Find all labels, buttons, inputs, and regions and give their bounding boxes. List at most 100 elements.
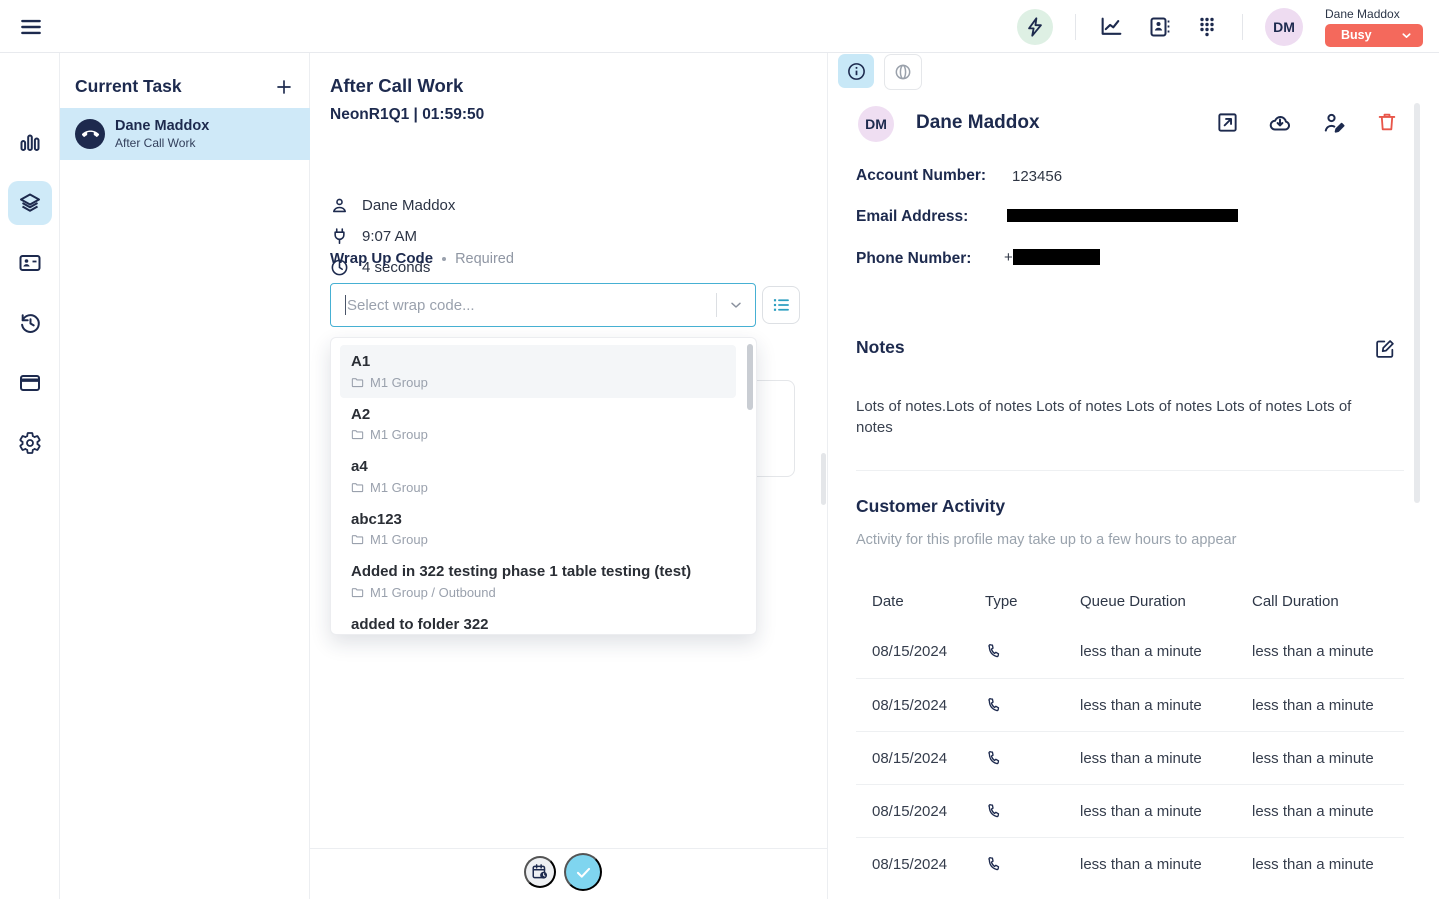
add-task-button[interactable] [275,78,293,96]
cloud-download-icon [1268,111,1292,135]
option-group: M1 Group [370,480,428,495]
phone-prefix: + [1004,249,1013,266]
chevron-down-icon [1400,29,1413,42]
header-queue-duration: Queue Duration [1080,593,1252,625]
cell-queue-duration: less than a minute [1080,750,1252,767]
current-task-panel: Current Task Dane Maddox After Call Work [60,53,310,899]
history-clock-icon [18,311,42,335]
sidebar-item-contacts[interactable] [18,251,42,275]
table-row[interactable]: 08/15/2024 less than a minute less than … [856,625,1404,678]
hamburger-menu-icon[interactable] [18,14,44,40]
task-list-item[interactable]: Dane Maddox After Call Work [60,108,310,160]
select-chevron-down-icon[interactable] [717,297,755,313]
schedule-button[interactable] [524,856,556,888]
option-label: abc123 [351,510,726,530]
brain-icon [893,62,913,82]
table-row[interactable]: 08/15/2024 less than a minute less than … [856,837,1404,890]
plug-icon [330,227,349,246]
status-label: Busy [1341,28,1372,42]
option-group: M1 Group [370,375,428,390]
user-avatar[interactable]: DM [1265,8,1303,46]
wrap-code-option[interactable]: added to folder 322 M1 Group / Outbound [340,608,736,636]
wrap-code-dropdown: A1 M1 Group A2 M1 Group a4 M1 Group abc1… [330,337,757,635]
option-label: A1 [351,352,726,372]
pencil-square-icon [1374,338,1396,360]
cell-call-duration: less than a minute [1252,856,1404,873]
folder-icon [351,586,364,599]
sidebar-item-history[interactable] [18,311,42,335]
email-label: Email Address: [856,208,968,226]
wrap-code-option[interactable]: a4 M1 Group [340,450,736,503]
redacted-email-value [1007,209,1238,222]
top-bar: DM Dane Maddox Busy [0,0,1439,53]
cell-call-duration: less than a minute [1252,697,1404,714]
cell-call-duration: less than a minute [1252,643,1404,660]
browser-window-icon [18,371,42,395]
contacts-book-icon[interactable] [1146,14,1172,40]
folder-icon [351,533,364,546]
cell-call-duration: less than a minute [1252,803,1404,820]
right-panel-scrollbar[interactable] [1414,103,1420,503]
cell-date: 08/15/2024 [872,643,985,660]
dot-separator [442,257,446,261]
table-row[interactable]: 08/15/2024 less than a minute less than … [856,731,1404,784]
calendar-clock-icon [531,863,549,881]
dialpad-icon[interactable] [1194,14,1220,40]
download-profile-button[interactable] [1268,111,1291,134]
open-external-button[interactable] [1216,111,1239,134]
phone-icon [985,856,1080,873]
status-dropdown[interactable]: Busy [1325,24,1423,47]
folder-icon [351,428,364,441]
browse-wrap-codes-button[interactable] [762,286,800,324]
plus-icon [275,78,293,96]
acw-start-time-row: 9:07 AM [330,227,417,246]
bar-chart-icon [18,131,42,155]
required-label: Required [455,251,514,267]
cell-queue-duration: less than a minute [1080,697,1252,714]
wrap-up-code-label: Wrap Up Code [330,250,433,267]
external-link-icon [1216,111,1239,134]
analytics-chart-icon[interactable] [1098,14,1124,40]
layers-icon [18,191,42,215]
option-label: Added in 322 testing phase 1 table testi… [351,562,726,582]
footer-divider [310,848,828,849]
activity-hint: Activity for this profile may take up to… [856,532,1236,548]
wrap-code-option[interactable]: abc123 M1 Group [340,503,736,556]
wrap-code-option[interactable]: A1 M1 Group [340,345,736,398]
current-task-title: Current Task [75,76,182,97]
gear-icon [18,431,42,455]
app-window: DM Dane Maddox Busy [0,0,1439,899]
sidebar-item-tasks[interactable] [18,191,42,215]
edit-notes-button[interactable] [1374,338,1396,360]
wrap-code-option[interactable]: A2 M1 Group [340,398,736,451]
notes-text: Lots of notes.Lots of notes Lots of note… [856,396,1386,438]
topbar-divider [1075,14,1076,40]
folder-icon [351,376,364,389]
table-row[interactable]: 08/15/2024 less than a minute less than … [856,678,1404,731]
header-date: Date [872,593,985,625]
complete-task-button[interactable] [564,853,602,891]
contact-profile-panel: DM Dane Maddox Account Number: 123456 Em… [828,53,1439,899]
sidebar-item-analytics[interactable] [18,131,42,155]
main-panel-scrollbar[interactable] [821,453,826,505]
dropdown-scrollbar[interactable] [747,344,753,410]
acw-queue-timer: NeonR1Q1 | 01:59:50 [330,106,484,124]
delete-contact-button[interactable] [1376,111,1399,134]
account-number-value: 123456 [1012,168,1062,185]
tab-profile-info[interactable] [838,54,874,88]
tab-ai-insights[interactable] [884,54,922,90]
wrap-code-option[interactable]: Added in 322 testing phase 1 table testi… [340,555,736,608]
table-row[interactable]: 08/15/2024 less than a minute less than … [856,784,1404,837]
sidebar-item-settings[interactable] [18,431,42,455]
phone-label: Phone Number: [856,250,971,268]
phone-icon [985,750,1080,767]
edit-contact-button[interactable] [1322,111,1345,134]
sidebar-item-browser[interactable] [18,371,42,395]
acw-start-time: 9:07 AM [362,228,417,245]
phone-icon [985,643,1080,660]
option-label: added to folder 322 [351,615,726,635]
acw-title: After Call Work [330,75,463,97]
wrap-code-select[interactable]: Select wrap code... [330,283,756,327]
quick-actions-button[interactable] [1017,9,1053,45]
cell-queue-duration: less than a minute [1080,803,1252,820]
